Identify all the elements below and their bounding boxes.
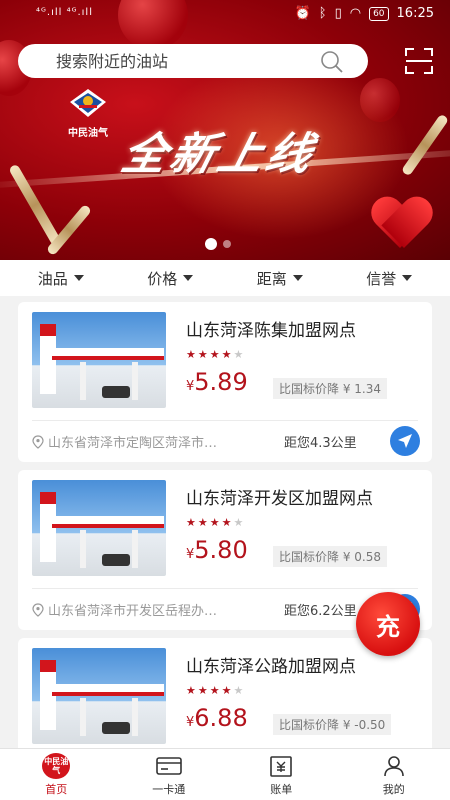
fuel-price: ¥6.88 [186,704,248,732]
tab-home[interactable]: 中民油气 首页 [0,749,113,800]
station-address: 山东省菏泽市开发区岳程办… [32,600,217,619]
home-logo-icon: 中民油气 [42,752,71,779]
filter-label: 油品 [37,269,68,288]
tab-bill[interactable]: 账单 [225,749,338,800]
caret-down-icon [402,275,413,281]
battery-indicator: 60 [369,6,389,21]
banner-headline: 全新上线 [116,129,322,180]
bottom-tab-bar: 中民油气 首页 一卡通 账单 我的 [0,748,450,800]
price-diff-badge: 比国标价降 ¥ -0.50 [273,714,392,735]
station-photo [32,648,166,744]
station-address: 山东省菏泽市定陶区菏泽市… [32,432,217,451]
vibrate-icon: ▯ [334,6,342,21]
heart-decoration [372,198,432,252]
filter-label: 价格 [147,269,178,288]
bluetooth-icon: ᛒ [318,6,327,21]
filter-label: 信誉 [366,269,397,288]
brand-logo: 中民油气 [62,88,114,139]
navigate-button[interactable] [390,426,420,456]
pager-dot [223,240,231,248]
star-icon: ★ [197,684,208,697]
star-icon: ★ [197,516,208,529]
fuel-price: ¥5.80 [186,536,248,564]
clock: 16:25 [396,6,434,21]
star-icon: ★ [221,516,232,529]
alarm-icon: ⏰ [294,6,311,21]
star-icon: ★ [186,348,196,361]
price-diff-badge: 比国标价降 ¥ 1.34 [273,378,387,399]
search-icon[interactable] [320,50,344,74]
divider [32,420,418,421]
station-card[interactable]: 山东菏泽公路加盟网点 ★ ★ ★ ★ ★ ¥6.88 比国标价降 ¥ -0.50 [18,638,432,758]
tab-profile[interactable]: 我的 [338,749,450,800]
station-photo [32,312,166,408]
tab-label: 我的 [382,782,405,796]
caret-down-icon [73,275,84,281]
star-icon: ★ [209,684,220,697]
star-icon: ★ [221,348,232,361]
star-icon: ★ [186,684,196,697]
promo-banner[interactable]: 中民油气 全新上线 [0,0,450,260]
card-icon [155,756,182,775]
station-name: 山东菏泽陈集加盟网点 [186,321,356,341]
star-icon: ★ [209,516,220,529]
station-distance: 距您6.2公里 [284,604,357,619]
location-pin-icon [32,602,44,617]
search-bar[interactable] [18,44,368,78]
station-photo [32,480,166,576]
filter-reputation[interactable]: 信誉 [366,268,413,289]
star-empty-icon: ★ [233,348,244,361]
tab-label: 一卡通 [152,782,186,796]
wifi-icon: ◠ [349,6,362,21]
rating-stars: ★ ★ ★ ★ ★ [186,684,243,697]
rating-stars: ★ ★ ★ ★ ★ [186,516,243,529]
station-card[interactable]: 山东菏泽陈集加盟网点 ★ ★ ★ ★ ★ ¥5.89 比国标价降 ¥ 1.34 … [18,302,432,462]
star-icon: ★ [197,348,208,361]
station-name: 山东菏泽开发区加盟网点 [186,489,373,509]
filter-price[interactable]: 价格 [147,268,194,289]
tab-card[interactable]: 一卡通 [113,749,226,800]
brand-logo-icon [70,89,106,117]
station-name: 山东菏泽公路加盟网点 [186,657,356,677]
station-distance: 距您4.3公里 [284,436,357,451]
navigation-arrow-icon [398,434,412,448]
location-pin-icon [32,434,44,449]
filter-label: 距离 [256,269,287,288]
signal-indicator: ⁴ᴳ.ıll ⁴ᴳ.ıll [36,7,93,18]
price-diff-badge: 比国标价降 ¥ 0.58 [273,546,387,567]
filter-fuel-type[interactable]: 油品 [38,268,84,289]
status-bar: ⁴ᴳ.ıll ⁴ᴳ.ıll ⏰ ᛒ ▯ ◠ 60 16:25 [0,0,450,30]
fuel-price: ¥5.89 [186,368,248,396]
scan-icon[interactable] [404,47,434,75]
filter-distance[interactable]: 距离 [257,268,303,289]
divider [32,588,418,589]
filter-bar: 油品 价格 距离 信誉 [0,260,450,296]
tab-label: 账单 [270,782,293,796]
recharge-button[interactable]: 充 [356,592,420,656]
rating-stars: ★ ★ ★ ★ ★ [186,348,243,361]
search-input[interactable] [56,44,306,78]
star-icon: ★ [209,348,220,361]
brand-name: 中民油气 [68,128,108,139]
bill-icon [270,755,293,777]
star-empty-icon: ★ [233,516,244,529]
caret-down-icon [292,275,303,281]
pager-dot-active [205,238,217,250]
tab-label: 首页 [45,782,68,796]
caret-down-icon [183,275,194,281]
banner-pager [205,238,231,250]
profile-icon [383,755,404,776]
star-empty-icon: ★ [233,684,244,697]
star-icon: ★ [221,684,232,697]
star-icon: ★ [186,516,196,529]
